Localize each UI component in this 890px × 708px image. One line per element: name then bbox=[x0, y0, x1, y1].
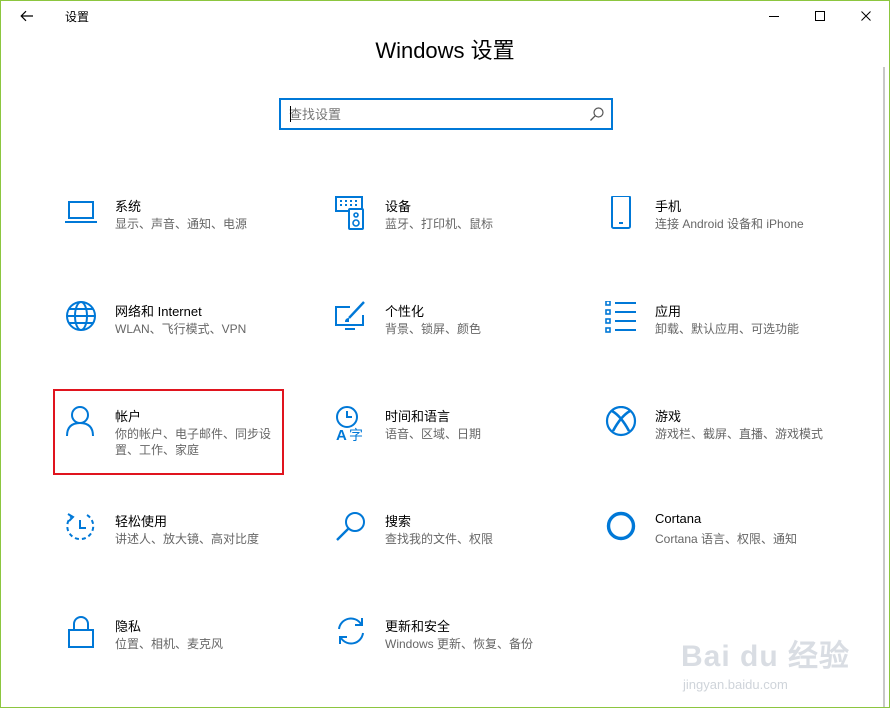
tile-description: 背景、锁屏、颜色 bbox=[385, 322, 482, 336]
xbox-icon bbox=[605, 406, 637, 437]
page-title: Windows 设置 bbox=[375, 38, 515, 63]
tile-apps[interactable]: 应用 卸载、默认应用、可选功能 bbox=[605, 301, 845, 373]
app-list-icon bbox=[605, 301, 636, 333]
tile-title: 更新和安全 bbox=[385, 619, 451, 634]
search-icon[interactable] bbox=[589, 106, 605, 122]
tile-title: 时间和语言 bbox=[385, 409, 451, 424]
ease-of-access-icon bbox=[66, 513, 95, 541]
maximize-icon bbox=[815, 11, 825, 21]
watermark-url: jingyan.baidu.com bbox=[683, 677, 788, 692]
close-button[interactable] bbox=[843, 1, 889, 31]
tile-gaming[interactable]: 游戏 游戏栏、截屏、直播、游戏模式 bbox=[605, 406, 845, 478]
close-icon bbox=[861, 11, 871, 21]
tile-devices[interactable]: 设备 蓝牙、打印机、鼠标 bbox=[335, 196, 575, 268]
globe-icon bbox=[66, 301, 96, 331]
text-caret bbox=[290, 106, 291, 122]
search-input[interactable] bbox=[281, 100, 581, 128]
svg-text:A: A bbox=[336, 427, 347, 442]
tile-title: 手机 bbox=[655, 199, 682, 214]
tile-time-language[interactable]: A 字 时间和语言 语音、区域、日期 bbox=[335, 406, 575, 478]
magnifier-icon bbox=[336, 512, 365, 541]
tile-title: 网络和 Internet bbox=[115, 304, 202, 319]
tile-title: 轻松使用 bbox=[115, 514, 168, 529]
scrollbar[interactable] bbox=[883, 67, 885, 707]
tile-update-security[interactable]: 更新和安全 Windows 更新、恢复、备份 bbox=[335, 616, 575, 688]
tile-title: 应用 bbox=[655, 304, 682, 319]
tile-ease-of-access[interactable]: 轻松使用 讲述人、放大镜、高对比度 bbox=[65, 511, 305, 583]
tile-description: WLAN、飞行模式、VPN bbox=[115, 322, 247, 336]
tile-description: Cortana 语言、权限、通知 bbox=[655, 532, 798, 546]
tile-system[interactable]: 系统 显示、声音、通知、电源 bbox=[65, 196, 305, 268]
maximize-button[interactable] bbox=[797, 1, 843, 31]
tile-description: Windows 更新、恢复、备份 bbox=[385, 637, 534, 651]
watermark: Bai du 经验 jingyan.baidu.com bbox=[673, 629, 889, 705]
tile-description: 查找我的文件、权限 bbox=[385, 532, 494, 546]
tile-title: 系统 bbox=[115, 199, 142, 214]
tile-description: 显示、声音、通知、电源 bbox=[115, 217, 248, 231]
back-button[interactable] bbox=[13, 5, 41, 27]
minimize-icon bbox=[769, 16, 779, 17]
watermark-brand: Bai du 经验 bbox=[681, 640, 851, 673]
app-title: 设置 bbox=[65, 10, 90, 24]
back-arrow-icon bbox=[20, 10, 33, 22]
tile-privacy[interactable]: 隐私 位置、相机、麦克风 bbox=[65, 616, 305, 688]
tile-description: 卸载、默认应用、可选功能 bbox=[655, 322, 800, 336]
tile-personalization[interactable]: 个性化 背景、锁屏、颜色 bbox=[335, 301, 575, 373]
tile-description: 连接 Android 设备和 iPhone bbox=[655, 217, 804, 231]
tile-description: 蓝牙、打印机、鼠标 bbox=[385, 217, 494, 231]
minimize-button[interactable] bbox=[751, 1, 797, 31]
tile-title: 游戏 bbox=[655, 409, 682, 424]
search-box[interactable] bbox=[279, 98, 613, 130]
highlight-box bbox=[53, 389, 284, 475]
tile-description: 游戏栏、截屏、直播、游戏模式 bbox=[655, 427, 824, 441]
cortana-ring-icon bbox=[606, 511, 636, 541]
tile-cortana[interactable]: Cortana Cortana 语言、权限、通知 bbox=[605, 511, 845, 583]
tile-title: 个性化 bbox=[385, 304, 425, 319]
time-language-icon: A 字 bbox=[336, 406, 363, 442]
tile-phone[interactable]: 手机 连接 Android 设备和 iPhone bbox=[605, 196, 845, 268]
paint-monitor-icon bbox=[335, 301, 365, 330]
svg-text:字: 字 bbox=[349, 428, 363, 442]
tile-search[interactable]: 搜索 查找我的文件、权限 bbox=[335, 511, 575, 583]
tile-description: 语音、区域、日期 bbox=[385, 427, 482, 441]
laptop-icon bbox=[65, 201, 97, 223]
tile-title: 搜索 bbox=[385, 514, 412, 529]
tile-title: 隐私 bbox=[115, 619, 142, 634]
lock-icon bbox=[68, 616, 94, 648]
tile-title: 设备 bbox=[385, 199, 412, 214]
tile-description: 位置、相机、麦克风 bbox=[115, 637, 224, 651]
title-bar: 设置 bbox=[1, 1, 889, 31]
keyboard-device-icon bbox=[335, 196, 364, 230]
sync-arrows-icon bbox=[338, 617, 364, 645]
tile-description: 讲述人、放大镜、高对比度 bbox=[115, 532, 260, 546]
tile-network[interactable]: 网络和 Internet WLAN、飞行模式、VPN bbox=[65, 301, 305, 373]
tile-title: Cortana bbox=[655, 511, 702, 526]
phone-icon bbox=[611, 196, 631, 229]
